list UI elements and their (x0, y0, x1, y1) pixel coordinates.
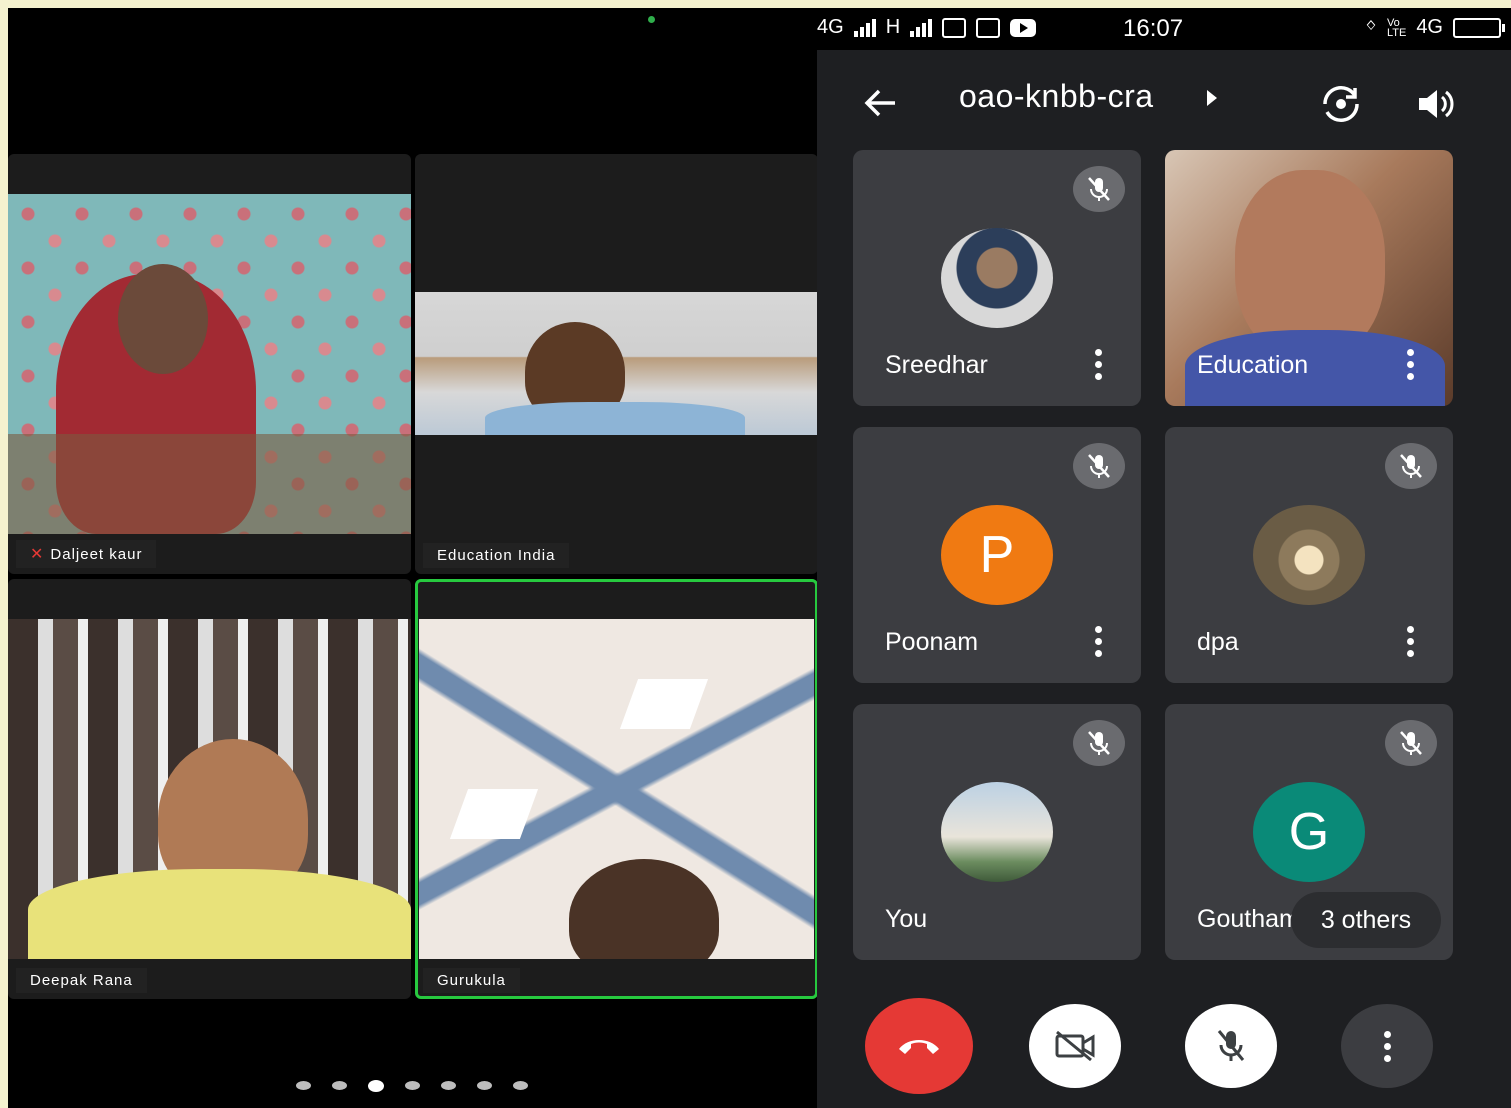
signal-icon (910, 18, 933, 37)
avatar (941, 228, 1053, 328)
network-type-h: H (885, 16, 901, 38)
more-options-button[interactable] (1341, 1004, 1433, 1088)
meet-top-bar: oao-knbb-cra (817, 50, 1511, 150)
bluetooth-icon: ᛜ (1364, 16, 1377, 38)
battery-icon (1453, 17, 1505, 38)
page-dot[interactable] (296, 1081, 311, 1090)
participant-name: Sreedhar (885, 351, 988, 379)
avatar: P (941, 505, 1053, 605)
participant-video (415, 292, 818, 435)
participant-name: dpa (1197, 628, 1239, 656)
participant-name: Daljeet kaur (50, 545, 143, 563)
mic-off-icon (1385, 443, 1437, 489)
youtube-icon (1010, 18, 1037, 37)
page-dot-current[interactable] (368, 1080, 384, 1092)
participant-video (8, 194, 411, 534)
mic-off-icon (1073, 443, 1125, 489)
page-dot[interactable] (441, 1081, 456, 1090)
hang-up-icon (899, 1040, 939, 1054)
participant-tile-sreedhar[interactable]: Sreedhar (853, 150, 1141, 406)
back-arrow-icon[interactable] (863, 88, 897, 118)
participant-name: Goutham (1197, 905, 1300, 933)
clock: 16:07 (1123, 15, 1184, 42)
more-options-icon[interactable] (1095, 349, 1103, 380)
participant-tile-education[interactable]: Education (1165, 150, 1453, 406)
switch-camera-icon[interactable] (1319, 84, 1363, 124)
more-options-icon[interactable] (1095, 626, 1103, 657)
name-label: Gurukula (423, 968, 520, 993)
page-dot[interactable] (513, 1081, 528, 1090)
name-label: Education India (423, 543, 570, 568)
participant-name: Education India (437, 547, 556, 564)
mic-off-icon (1385, 720, 1437, 766)
page-dot[interactable] (477, 1081, 492, 1090)
camera-toggle-button[interactable] (1029, 1004, 1121, 1088)
participant-video (8, 619, 411, 959)
participant-tile-poonam[interactable]: P Poonam (853, 427, 1141, 683)
page-indicator[interactable] (296, 1080, 528, 1092)
participant-tile-education-india[interactable]: Education India (415, 154, 818, 574)
screenshot-frame: ✕ Daljeet kaur Education India Deepak Ra… (8, 8, 1511, 1108)
participant-tile-dpa[interactable]: dpa (1165, 427, 1453, 683)
participant-video (419, 619, 814, 959)
name-label: ✕ Daljeet kaur (16, 540, 157, 568)
participant-tile-you[interactable]: You (853, 704, 1141, 960)
mic-off-icon (1217, 1030, 1245, 1061)
mic-off-icon (1073, 166, 1125, 212)
status-bar: 4G H 16:07 ᛜ Vo LTE 4G (817, 8, 1511, 50)
message-icon (942, 17, 967, 38)
more-options-icon[interactable] (1407, 626, 1415, 657)
avatar (941, 782, 1053, 882)
avatar (1253, 505, 1365, 605)
network-type: 4G (817, 16, 844, 38)
mic-off-icon (1073, 720, 1125, 766)
end-call-button[interactable] (865, 998, 973, 1094)
mic-toggle-button[interactable] (1185, 1004, 1277, 1088)
video-off-icon (1055, 1030, 1095, 1062)
video-gallery: ✕ Daljeet kaur Education India Deepak Ra… (8, 8, 818, 1108)
name-label: Deepak Rana (16, 968, 147, 993)
participant-name: Deepak Rana (30, 972, 133, 989)
participant-tile-deepak-rana[interactable]: Deepak Rana (8, 579, 411, 999)
participant-name: Education (1197, 351, 1309, 379)
speaker-icon[interactable] (1415, 86, 1455, 122)
signal-icon (853, 18, 876, 37)
participant-tile-gurukula[interactable]: Gurukula (415, 579, 818, 999)
message-icon (976, 17, 1001, 38)
others-chip[interactable]: 3 others (1291, 892, 1441, 948)
more-options-icon[interactable] (1407, 349, 1415, 380)
network-type-right: 4G (1416, 16, 1443, 38)
page-dot[interactable] (332, 1081, 347, 1090)
page-dot[interactable] (405, 1081, 420, 1090)
meeting-code[interactable]: oao-knbb-cra (959, 78, 1154, 115)
participant-name: Poonam (885, 628, 979, 656)
mic-off-icon: ✕ (30, 546, 45, 563)
avatar: G (1253, 782, 1365, 882)
participant-name: You (885, 905, 928, 933)
participant-tile-daljeet[interactable]: ✕ Daljeet kaur (8, 154, 411, 574)
more-vert-icon (1383, 1030, 1391, 1062)
meeting-info-arrow-icon[interactable] (1207, 90, 1217, 106)
participant-name: Gurukula (437, 972, 506, 989)
volte-icon: Vo LTE (1386, 16, 1407, 39)
camera-indicator (648, 16, 655, 23)
